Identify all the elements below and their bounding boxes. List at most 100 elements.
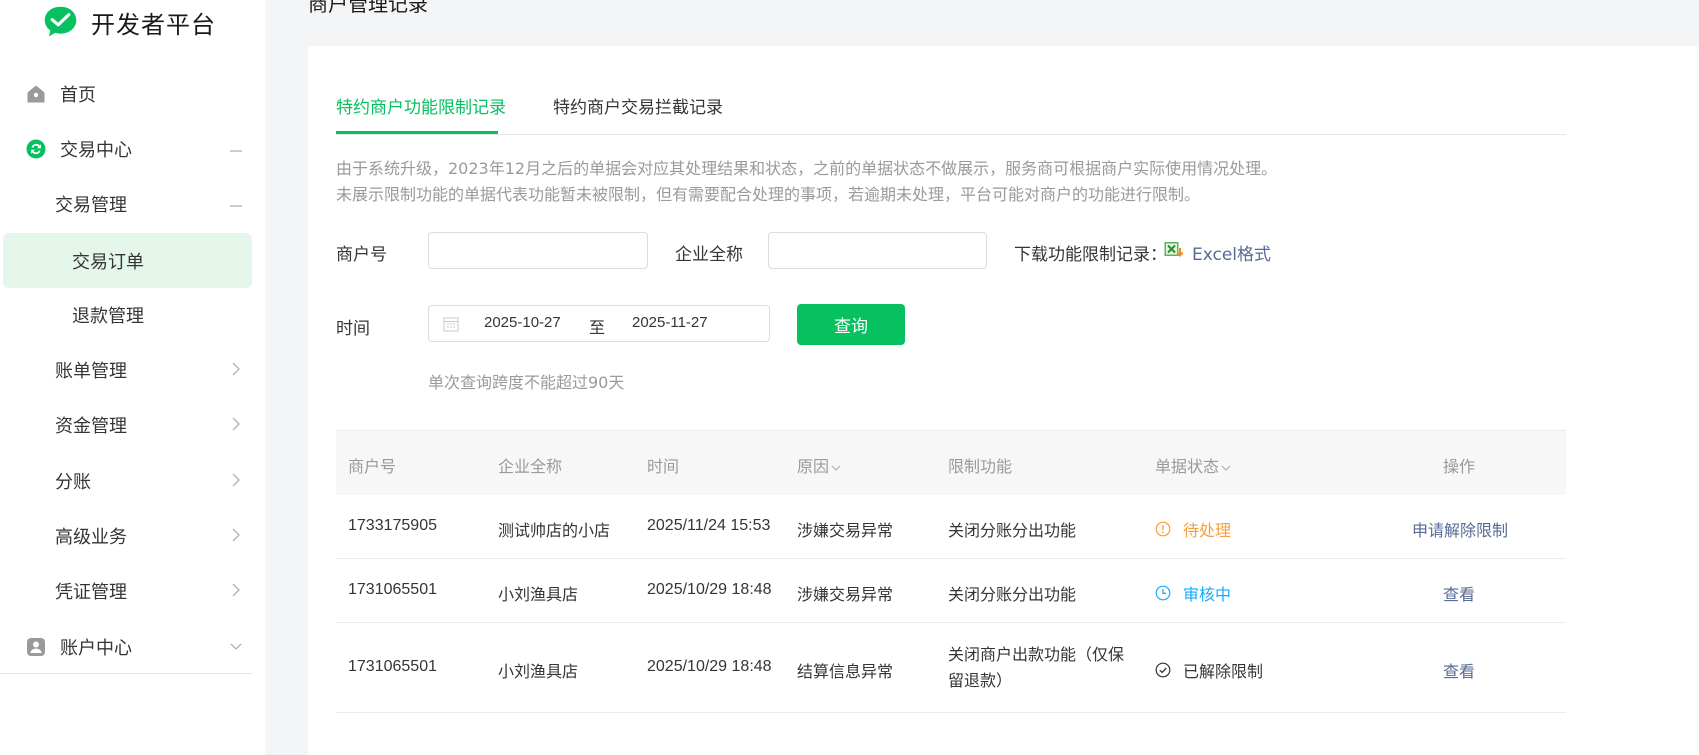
clock-icon bbox=[1155, 585, 1171, 601]
cell-time: 2025/11/24 15:53 bbox=[647, 517, 771, 534]
check-circle-icon bbox=[1155, 662, 1171, 678]
col-company-name: 企业全称 bbox=[498, 457, 563, 476]
status-badge: 已解除限制 bbox=[1155, 658, 1263, 682]
query-button[interactable]: 查询 bbox=[797, 304, 905, 345]
col-time: 时间 bbox=[647, 457, 680, 476]
cell-time: 2025/10/29 18:48 bbox=[647, 581, 772, 598]
col-status-filter[interactable]: 单据状态 bbox=[1155, 453, 1231, 477]
sidebar-item-account-center[interactable]: 账户中心 bbox=[0, 619, 265, 674]
chevron-down-icon bbox=[230, 643, 242, 650]
sidebar: 开发者平台 首页 交易中心 交易管理 交易订单 退款管理 账单管理 资金管理 分… bbox=[0, 0, 265, 755]
user-icon bbox=[27, 638, 45, 656]
merchant-id-input[interactable] bbox=[428, 232, 648, 269]
sidebar-item-fund-mgmt[interactable]: 资金管理 bbox=[0, 397, 265, 452]
logo[interactable]: 开发者平台 bbox=[42, 2, 216, 42]
status-badge: 审核中 bbox=[1155, 581, 1231, 605]
sidebar-item-label: 交易订单 bbox=[72, 251, 144, 273]
collapse-icon bbox=[230, 150, 242, 152]
time-label: 时间 bbox=[336, 319, 370, 339]
date-range-hint: 单次查询跨度不能超过90天 bbox=[428, 373, 625, 392]
sidebar-divider bbox=[0, 673, 252, 674]
cell-merchant-id: 1733175905 bbox=[348, 517, 437, 534]
col-merchant-id: 商户号 bbox=[348, 457, 397, 476]
col-status: 单据状态 bbox=[1155, 457, 1220, 476]
table-row: 1733175905 测试帅店的小店 2025/11/24 15:53 涉嫌交易… bbox=[336, 495, 1566, 559]
date-separator: 至 bbox=[589, 318, 606, 337]
company-name-input[interactable] bbox=[768, 232, 987, 269]
merchant-id-label: 商户号 bbox=[336, 245, 387, 265]
date-end: 2025-11-27 bbox=[632, 314, 708, 331]
table-row: 1731065501 小刘渔具店 2025/10/29 18:48 涉嫌交易异常… bbox=[336, 559, 1566, 623]
date-start: 2025-10-27 bbox=[484, 314, 561, 331]
sidebar-item-trade-mgmt[interactable]: 交易管理 bbox=[0, 176, 265, 231]
col-reason-filter[interactable]: 原因 bbox=[797, 453, 841, 477]
status-badge: 待处理 bbox=[1155, 517, 1231, 541]
col-actions: 操作 bbox=[1443, 457, 1476, 476]
col-restricted-feature: 限制功能 bbox=[948, 457, 1013, 476]
sidebar-item-label: 交易管理 bbox=[55, 194, 127, 216]
table-header: 商户号 企业全称 时间 原因 限制功能 单据状态 操作 bbox=[336, 430, 1566, 495]
notice-line-1: 由于系统升级，2023年12月之后的单据会对应其处理结果和状态，之前的单据状态不… bbox=[336, 159, 1278, 178]
calendar-icon bbox=[443, 317, 459, 332]
view-link[interactable]: 查看 bbox=[1443, 581, 1475, 605]
table-row: 1731065501 小刘渔具店 2025/10/29 18:48 结算信息异常… bbox=[336, 623, 1566, 713]
cell-time: 2025/10/29 18:48 bbox=[647, 658, 772, 675]
exchange-icon bbox=[26, 139, 46, 159]
logo-text: 开发者平台 bbox=[91, 10, 216, 39]
sort-caret-icon bbox=[1221, 465, 1231, 471]
sidebar-item-label: 资金管理 bbox=[55, 415, 127, 437]
cell-merchant-id: 1731065501 bbox=[348, 658, 437, 675]
status-text: 待处理 bbox=[1183, 521, 1232, 540]
chevron-right-icon bbox=[232, 417, 240, 431]
sidebar-item-trade-orders[interactable]: 交易订单 bbox=[3, 233, 252, 288]
sort-caret-icon bbox=[831, 465, 841, 471]
view-link[interactable]: 查看 bbox=[1443, 658, 1475, 682]
chevron-right-icon bbox=[232, 473, 240, 487]
chevron-right-icon bbox=[232, 528, 240, 542]
cell-company: 小刘渔具店 bbox=[498, 662, 579, 681]
sidebar-item-label: 凭证管理 bbox=[55, 581, 127, 603]
download-label: 下载功能限制记录： bbox=[1014, 245, 1167, 265]
collapse-icon bbox=[230, 205, 242, 207]
cell-company: 小刘渔具店 bbox=[498, 585, 579, 604]
tabs-divider bbox=[336, 134, 1566, 135]
status-text: 审核中 bbox=[1183, 585, 1232, 604]
warning-circle-icon bbox=[1155, 521, 1171, 537]
sidebar-item-label: 账户中心 bbox=[60, 637, 132, 659]
sidebar-item-home[interactable]: 首页 bbox=[0, 66, 265, 121]
sidebar-item-profit-sharing[interactable]: 分账 bbox=[0, 453, 265, 508]
sidebar-item-bill-mgmt[interactable]: 账单管理 bbox=[0, 342, 265, 397]
date-range-picker[interactable]: 2025-10-27 至 2025-11-27 bbox=[428, 305, 770, 342]
company-name-label: 企业全称 bbox=[675, 245, 743, 265]
sidebar-item-advanced[interactable]: 高级业务 bbox=[0, 508, 265, 563]
cell-feature: 关闭分账分出功能 bbox=[948, 585, 1077, 604]
page-title: 商户管理记录 bbox=[308, 0, 428, 16]
home-icon bbox=[27, 85, 45, 103]
cell-reason: 涉嫌交易异常 bbox=[797, 521, 894, 540]
tab-transaction-intercept-records[interactable]: 特约商户交易拦截记录 bbox=[553, 93, 723, 118]
col-reason: 原因 bbox=[797, 457, 830, 476]
tab-feature-restriction-records[interactable]: 特约商户功能限制记录 bbox=[336, 93, 506, 118]
cell-merchant-id: 1731065501 bbox=[348, 581, 437, 598]
cell-company: 测试帅店的小店 bbox=[498, 521, 611, 540]
sidebar-item-trade-center[interactable]: 交易中心 bbox=[0, 121, 265, 176]
sidebar-item-refund-mgmt[interactable]: 退款管理 bbox=[0, 287, 265, 342]
wechat-logo-icon bbox=[44, 6, 77, 36]
cell-reason: 涉嫌交易异常 bbox=[797, 585, 894, 604]
cell-feature: 关闭商户出款功能（仅保留退款） bbox=[948, 645, 1125, 690]
chevron-right-icon bbox=[232, 583, 240, 597]
sidebar-item-label: 交易中心 bbox=[60, 139, 132, 161]
excel-icon bbox=[1164, 242, 1184, 257]
sidebar-item-label: 首页 bbox=[60, 84, 96, 106]
sidebar-item-voucher-mgmt[interactable]: 凭证管理 bbox=[0, 563, 265, 618]
sidebar-item-label: 退款管理 bbox=[72, 305, 144, 327]
notice-line-2: 未展示限制功能的单据代表功能暂未被限制，但有需要配合处理的事项，若逾期未处理，平… bbox=[336, 185, 1201, 204]
sidebar-item-label: 分账 bbox=[55, 471, 91, 493]
page: 开发者平台 首页 交易中心 交易管理 交易订单 退款管理 账单管理 资金管理 分… bbox=[0, 0, 1699, 755]
excel-download-link[interactable]: Excel格式 bbox=[1192, 240, 1271, 265]
cell-reason: 结算信息异常 bbox=[797, 662, 894, 681]
sidebar-item-label: 高级业务 bbox=[55, 526, 127, 548]
request-lift-restriction-link[interactable]: 申请解除限制 bbox=[1412, 517, 1508, 541]
cell-feature: 关闭分账分出功能 bbox=[948, 521, 1077, 540]
sidebar-item-label: 账单管理 bbox=[55, 360, 127, 382]
